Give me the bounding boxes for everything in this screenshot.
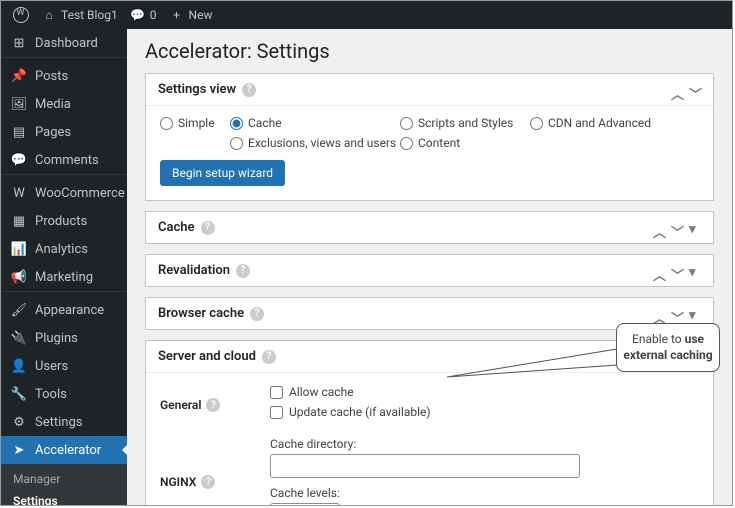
sidebar-item-pages[interactable]: ▤Pages: [1, 118, 127, 146]
chevron-down-icon[interactable]: ▾: [689, 265, 701, 277]
analytics-icon: 📊: [11, 241, 27, 257]
sidebar-item-analytics[interactable]: 📊Analytics: [1, 235, 127, 263]
chevron-up-icon[interactable]: ︿: [671, 84, 683, 96]
checkbox-update-cache[interactable]: Update cache (if available): [270, 405, 699, 419]
page-title: Accelerator: Settings: [145, 39, 714, 63]
radio-cache[interactable]: Cache: [230, 116, 400, 130]
media-icon: 🖼: [11, 96, 27, 112]
help-icon[interactable]: ?: [201, 221, 215, 235]
panel-revalidation[interactable]: Revalidation? ︿﹀▾: [145, 254, 714, 287]
submenu-settings[interactable]: Settings: [1, 490, 127, 506]
plus-icon: +: [169, 7, 185, 23]
woo-icon: W: [11, 185, 27, 201]
begin-wizard-button[interactable]: Begin setup wizard: [160, 160, 285, 186]
sidebar-item-appearance[interactable]: 🖌Appearance: [1, 296, 127, 324]
content-area: Accelerator: Settings Settings view? ︿ ﹀…: [127, 29, 732, 506]
chevron-up-icon[interactable]: ︿: [653, 265, 665, 277]
sidebar-item-marketing[interactable]: 📢Marketing: [1, 263, 127, 291]
chevron-down-icon[interactable]: ﹀: [689, 84, 701, 96]
sidebar-item-comments[interactable]: 💬Comments: [1, 146, 127, 174]
rocket-icon: ➤: [11, 442, 27, 458]
user-icon: 👤: [11, 358, 27, 374]
comments-link[interactable]: 💬0: [124, 7, 163, 23]
help-icon[interactable]: ?: [206, 398, 220, 412]
chevron-down-icon[interactable]: ▾: [689, 222, 701, 234]
product-icon: ▦: [11, 213, 27, 229]
sidebar-item-plugins[interactable]: 🔌Plugins: [1, 324, 127, 352]
chevron-up-icon[interactable]: ︿: [653, 308, 665, 320]
sidebar-item-users[interactable]: 👤Users: [1, 352, 127, 380]
panel-settings-view: Settings view? ︿ ﹀ Simple Cache Scripts …: [145, 73, 714, 201]
panel-cache[interactable]: Cache? ︿﹀▾: [145, 211, 714, 244]
wp-logo[interactable]: [7, 7, 35, 23]
sidebar-item-media[interactable]: 🖼Media: [1, 90, 127, 118]
checkbox-allow-cache[interactable]: Allow cache: [270, 385, 699, 399]
submenu-manager[interactable]: Manager: [1, 468, 127, 490]
sidebar-item-dashboard[interactable]: ⊞Dashboard: [1, 29, 127, 57]
callout-box: Enable to use external caching: [616, 323, 720, 372]
cache-levels-label: Cache levels:: [270, 486, 699, 500]
radio-cdn[interactable]: CDN and Advanced: [530, 116, 680, 130]
radio-simple[interactable]: Simple: [160, 116, 230, 130]
cache-dir-input[interactable]: [270, 454, 580, 478]
radio-content[interactable]: Content: [400, 136, 530, 150]
chevron-down-icon[interactable]: ﹀: [671, 222, 683, 234]
comment-icon: 💬: [11, 152, 27, 168]
radio-scripts[interactable]: Scripts and Styles: [400, 116, 530, 130]
settings-icon: ⚙: [11, 414, 27, 430]
sidebar-item-products[interactable]: ▦Products: [1, 207, 127, 235]
site-link[interactable]: ⌂Test Blog1: [35, 7, 124, 23]
admin-sidebar: ⊞Dashboard 📌Posts 🖼Media ▤Pages 💬Comment…: [1, 29, 127, 506]
help-icon[interactable]: ?: [242, 83, 256, 97]
chevron-down-icon[interactable]: ﹀: [671, 308, 683, 320]
sidebar-item-posts[interactable]: 📌Posts: [1, 62, 127, 90]
help-icon[interactable]: ?: [236, 264, 250, 278]
radio-exclusions[interactable]: Exclusions, views and users: [230, 136, 400, 150]
sidebar-item-settings[interactable]: ⚙Settings: [1, 408, 127, 436]
marketing-icon: 📢: [11, 269, 27, 285]
dashboard-icon: ⊞: [11, 35, 27, 51]
help-icon[interactable]: ?: [262, 350, 276, 364]
sidebar-item-accelerator[interactable]: ➤Accelerator: [1, 436, 127, 464]
page-icon: ▤: [11, 124, 27, 140]
comment-icon: 💬: [130, 7, 146, 23]
tool-icon: 🔧: [11, 386, 27, 402]
sidebar-item-woocommerce[interactable]: WWooCommerce: [1, 179, 127, 207]
cache-dir-label: Cache directory:: [270, 437, 699, 451]
pin-icon: 📌: [11, 68, 27, 84]
chevron-up-icon[interactable]: ︿: [653, 222, 665, 234]
cache-levels-input[interactable]: [270, 503, 340, 506]
sidebar-item-tools[interactable]: 🔧Tools: [1, 380, 127, 408]
chevron-down-icon[interactable]: ﹀: [671, 265, 683, 277]
home-icon: ⌂: [41, 7, 57, 23]
brush-icon: 🖌: [11, 302, 27, 318]
help-icon[interactable]: ?: [250, 307, 264, 321]
plugin-icon: 🔌: [11, 330, 27, 346]
admin-bar: ⌂Test Blog1 💬0 +New: [1, 1, 732, 29]
chevron-down-icon[interactable]: ▾: [689, 308, 701, 320]
help-icon[interactable]: ?: [201, 475, 215, 489]
sidebar-submenu: Manager Settings: [1, 464, 127, 506]
new-link[interactable]: +New: [163, 7, 219, 23]
